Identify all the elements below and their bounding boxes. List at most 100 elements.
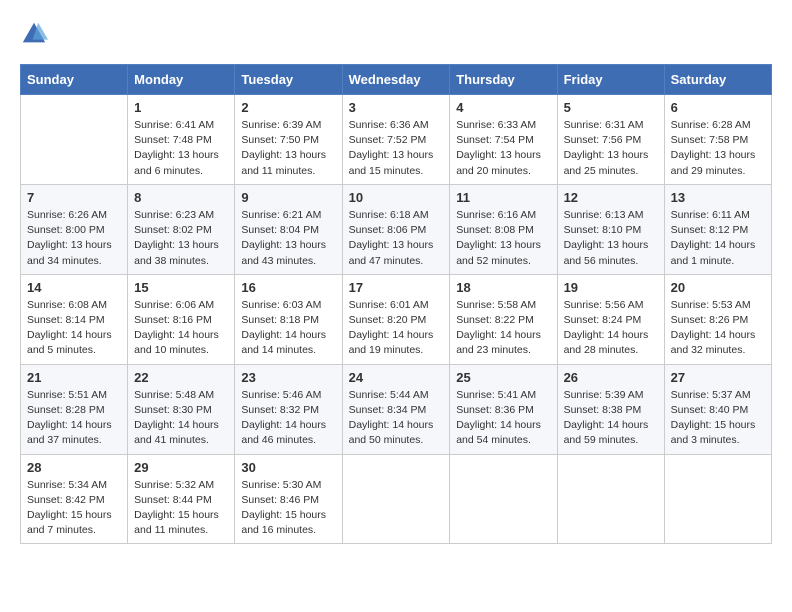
day-info: Sunrise: 6:31 AM Sunset: 7:56 PM Dayligh… <box>564 118 658 179</box>
day-info: Sunrise: 5:32 AM Sunset: 8:44 PM Dayligh… <box>134 478 228 539</box>
day-info: Sunrise: 6:36 AM Sunset: 7:52 PM Dayligh… <box>349 118 444 179</box>
day-info: Sunrise: 5:39 AM Sunset: 8:38 PM Dayligh… <box>564 388 658 449</box>
day-info: Sunrise: 6:18 AM Sunset: 8:06 PM Dayligh… <box>349 208 444 269</box>
day-info: Sunrise: 5:37 AM Sunset: 8:40 PM Dayligh… <box>671 388 765 449</box>
day-info: Sunrise: 5:56 AM Sunset: 8:24 PM Dayligh… <box>564 298 658 359</box>
calendar-cell: 24 Sunrise: 5:44 AM Sunset: 8:34 PM Dayli… <box>342 364 450 454</box>
day-info: Sunrise: 5:48 AM Sunset: 8:30 PM Dayligh… <box>134 388 228 449</box>
column-header-monday: Monday <box>128 65 235 95</box>
day-info: Sunrise: 6:16 AM Sunset: 8:08 PM Dayligh… <box>456 208 550 269</box>
day-info: Sunrise: 6:39 AM Sunset: 7:50 PM Dayligh… <box>241 118 335 179</box>
day-number: 18 <box>456 280 550 295</box>
calendar-cell <box>21 95 128 185</box>
day-number: 13 <box>671 190 765 205</box>
calendar-cell: 19Sunrise: 5:56 AM Sunset: 8:24 PM Dayli… <box>557 274 664 364</box>
day-number: 29 <box>134 460 228 475</box>
calendar-cell: 26 Sunrise: 5:39 AM Sunset: 8:38 PM Dayli… <box>557 364 664 454</box>
day-info: Sunrise: 5:34 AM Sunset: 8:42 PM Dayligh… <box>27 478 121 539</box>
day-number: 27 <box>671 370 765 385</box>
calendar-table: SundayMondayTuesdayWednesdayThursdayFrid… <box>20 64 772 544</box>
day-number: 21 <box>27 370 121 385</box>
logo <box>20 20 52 48</box>
column-header-thursday: Thursday <box>450 65 557 95</box>
calendar-cell: 7Sunrise: 6:26 AM Sunset: 8:00 PM Daylig… <box>21 184 128 274</box>
calendar-cell: 10 Sunrise: 6:18 AM Sunset: 8:06 PM Dayli… <box>342 184 450 274</box>
column-header-saturday: Saturday <box>664 65 771 95</box>
calendar-cell <box>342 454 450 544</box>
column-header-sunday: Sunday <box>21 65 128 95</box>
logo-icon <box>20 20 48 48</box>
calendar-cell: 3 Sunrise: 6:36 AM Sunset: 7:52 PM Daylig… <box>342 95 450 185</box>
calendar-cell: 20Sunrise: 5:53 AM Sunset: 8:26 PM Dayli… <box>664 274 771 364</box>
calendar-week-row: 1 Sunrise: 6:41 AM Sunset: 7:48 PM Daylig… <box>21 95 772 185</box>
calendar-cell: 11 Sunrise: 6:16 AM Sunset: 8:08 PM Dayli… <box>450 184 557 274</box>
column-header-wednesday: Wednesday <box>342 65 450 95</box>
day-info: Sunrise: 5:58 AM Sunset: 8:22 PM Dayligh… <box>456 298 550 359</box>
calendar-cell: 22 Sunrise: 5:48 AM Sunset: 8:30 PM Dayli… <box>128 364 235 454</box>
day-number: 26 <box>564 370 658 385</box>
calendar-cell: 4 Sunrise: 6:33 AM Sunset: 7:54 PM Daylig… <box>450 95 557 185</box>
calendar-cell: 13Sunrise: 6:11 AM Sunset: 8:12 PM Dayli… <box>664 184 771 274</box>
calendar-cell <box>664 454 771 544</box>
calendar-cell: 30 Sunrise: 5:30 AM Sunset: 8:46 PM Dayli… <box>235 454 342 544</box>
calendar-cell: 6Sunrise: 6:28 AM Sunset: 7:58 PM Daylig… <box>664 95 771 185</box>
day-info: Sunrise: 6:41 AM Sunset: 7:48 PM Dayligh… <box>134 118 228 179</box>
day-info: Sunrise: 5:53 AM Sunset: 8:26 PM Dayligh… <box>671 298 765 359</box>
day-number: 2 <box>241 100 335 115</box>
calendar-cell: 12 Sunrise: 6:13 AM Sunset: 8:10 PM Dayli… <box>557 184 664 274</box>
calendar-week-row: 7Sunrise: 6:26 AM Sunset: 8:00 PM Daylig… <box>21 184 772 274</box>
day-info: Sunrise: 6:33 AM Sunset: 7:54 PM Dayligh… <box>456 118 550 179</box>
calendar-cell <box>557 454 664 544</box>
day-number: 22 <box>134 370 228 385</box>
calendar-cell: 27 Sunrise: 5:37 AM Sunset: 8:40 PM Dayli… <box>664 364 771 454</box>
day-number: 30 <box>241 460 335 475</box>
day-number: 11 <box>456 190 550 205</box>
calendar-cell: 2 Sunrise: 6:39 AM Sunset: 7:50 PM Daylig… <box>235 95 342 185</box>
calendar-cell: 18 Sunrise: 5:58 AM Sunset: 8:22 PM Dayli… <box>450 274 557 364</box>
calendar-cell: 9 Sunrise: 6:21 AM Sunset: 8:04 PM Daylig… <box>235 184 342 274</box>
calendar-cell <box>450 454 557 544</box>
calendar-week-row: 28 Sunrise: 5:34 AM Sunset: 8:42 PM Dayli… <box>21 454 772 544</box>
day-number: 16 <box>241 280 335 295</box>
day-number: 23 <box>241 370 335 385</box>
calendar-cell: 16 Sunrise: 6:03 AM Sunset: 8:18 PM Dayli… <box>235 274 342 364</box>
day-info: Sunrise: 5:44 AM Sunset: 8:34 PM Dayligh… <box>349 388 444 449</box>
calendar-cell: 28 Sunrise: 5:34 AM Sunset: 8:42 PM Dayli… <box>21 454 128 544</box>
day-info: Sunrise: 6:01 AM Sunset: 8:20 PM Dayligh… <box>349 298 444 359</box>
day-info: Sunrise: 6:06 AM Sunset: 8:16 PM Dayligh… <box>134 298 228 359</box>
day-number: 1 <box>134 100 228 115</box>
day-number: 28 <box>27 460 121 475</box>
day-number: 8 <box>134 190 228 205</box>
day-number: 14 <box>27 280 121 295</box>
day-number: 10 <box>349 190 444 205</box>
calendar-week-row: 21 Sunrise: 5:51 AM Sunset: 8:28 PM Dayli… <box>21 364 772 454</box>
day-info: Sunrise: 5:30 AM Sunset: 8:46 PM Dayligh… <box>241 478 335 539</box>
day-number: 9 <box>241 190 335 205</box>
column-header-tuesday: Tuesday <box>235 65 342 95</box>
day-info: Sunrise: 5:46 AM Sunset: 8:32 PM Dayligh… <box>241 388 335 449</box>
day-number: 4 <box>456 100 550 115</box>
calendar-cell: 25 Sunrise: 5:41 AM Sunset: 8:36 PM Dayli… <box>450 364 557 454</box>
column-header-friday: Friday <box>557 65 664 95</box>
calendar-cell: 17Sunrise: 6:01 AM Sunset: 8:20 PM Dayli… <box>342 274 450 364</box>
day-info: Sunrise: 6:21 AM Sunset: 8:04 PM Dayligh… <box>241 208 335 269</box>
calendar-cell: 5Sunrise: 6:31 AM Sunset: 7:56 PM Daylig… <box>557 95 664 185</box>
day-number: 24 <box>349 370 444 385</box>
day-number: 15 <box>134 280 228 295</box>
day-number: 7 <box>27 190 121 205</box>
day-number: 3 <box>349 100 444 115</box>
day-info: Sunrise: 5:51 AM Sunset: 8:28 PM Dayligh… <box>27 388 121 449</box>
day-info: Sunrise: 6:28 AM Sunset: 7:58 PM Dayligh… <box>671 118 765 179</box>
calendar-cell: 14 Sunrise: 6:08 AM Sunset: 8:14 PM Dayli… <box>21 274 128 364</box>
day-number: 25 <box>456 370 550 385</box>
day-number: 12 <box>564 190 658 205</box>
calendar-cell: 1 Sunrise: 6:41 AM Sunset: 7:48 PM Daylig… <box>128 95 235 185</box>
calendar-header-row: SundayMondayTuesdayWednesdayThursdayFrid… <box>21 65 772 95</box>
day-info: Sunrise: 6:08 AM Sunset: 8:14 PM Dayligh… <box>27 298 121 359</box>
calendar-cell: 21 Sunrise: 5:51 AM Sunset: 8:28 PM Dayli… <box>21 364 128 454</box>
calendar-cell: 15 Sunrise: 6:06 AM Sunset: 8:16 PM Dayli… <box>128 274 235 364</box>
day-info: Sunrise: 6:13 AM Sunset: 8:10 PM Dayligh… <box>564 208 658 269</box>
page-header <box>20 20 772 48</box>
day-info: Sunrise: 6:03 AM Sunset: 8:18 PM Dayligh… <box>241 298 335 359</box>
day-info: Sunrise: 5:41 AM Sunset: 8:36 PM Dayligh… <box>456 388 550 449</box>
